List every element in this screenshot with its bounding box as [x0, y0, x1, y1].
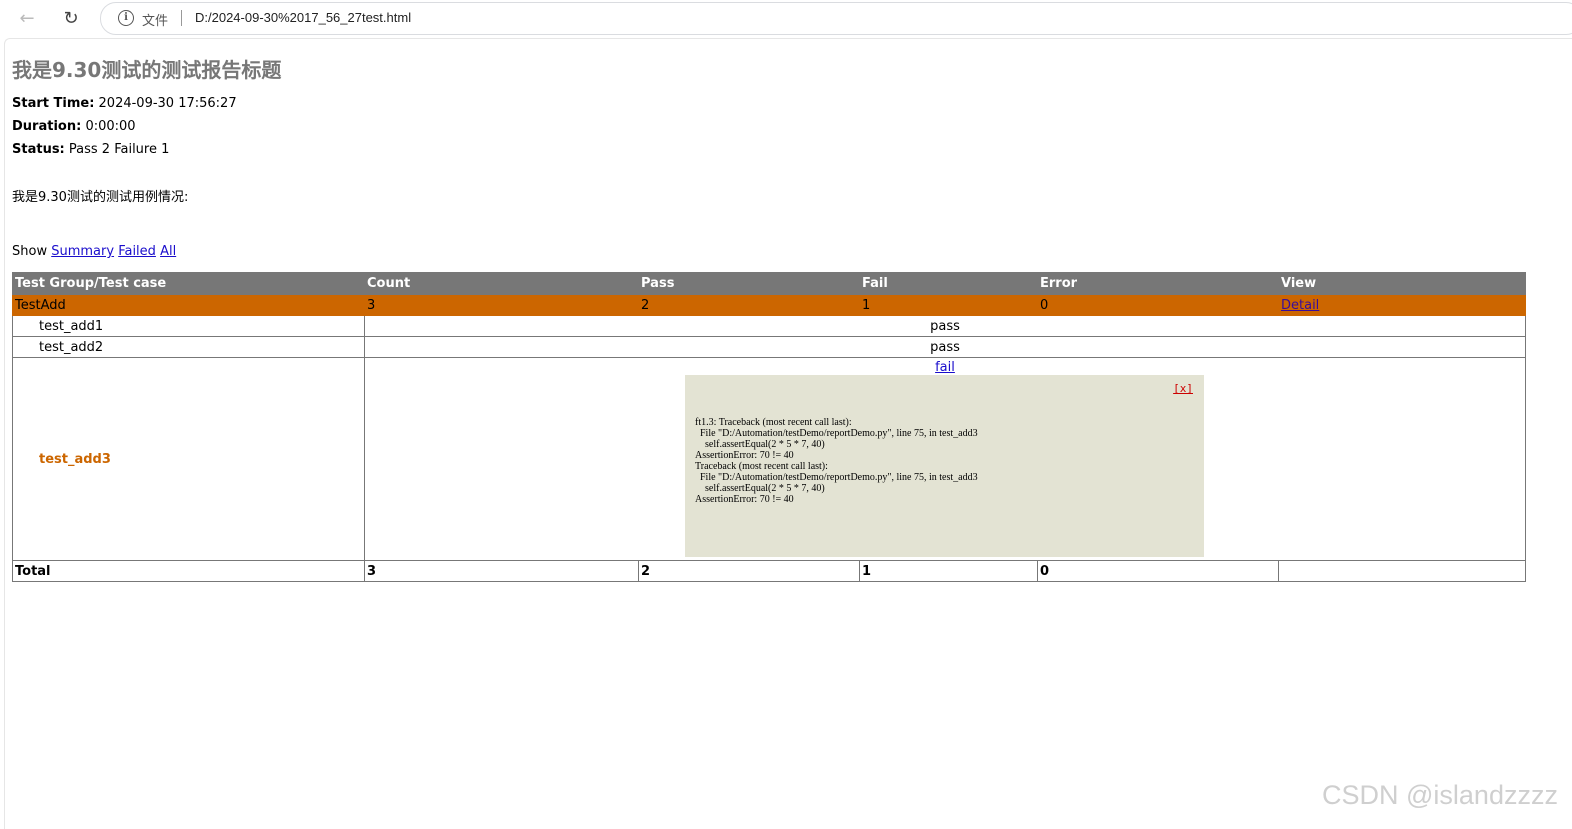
start-time-label: Start Time:: [12, 96, 95, 111]
show-label: Show: [12, 244, 48, 259]
group-name: TestAdd: [12, 294, 365, 316]
divider: [181, 10, 182, 26]
case-name: test_add2: [12, 336, 365, 358]
group-fail: 1: [859, 294, 1038, 316]
group-error: 0: [1037, 294, 1279, 316]
duration-label: Duration:: [12, 119, 82, 134]
case-result: pass: [364, 315, 1526, 337]
reload-icon[interactable]: ↻: [58, 5, 84, 31]
report-description: 我是9.30测试的测试用例情况:: [12, 190, 189, 205]
failed-case-name: test_add3: [39, 451, 111, 467]
total-label: Total: [12, 560, 365, 582]
page-title: 我是9.30测试的测试报告标题: [12, 58, 282, 82]
show-filter: Show Summary Failed All: [12, 244, 176, 259]
total-pass: 2: [638, 560, 860, 582]
header-cell: Error: [1037, 272, 1279, 295]
info-icon[interactable]: i: [118, 10, 134, 26]
group-view: Detail: [1278, 294, 1526, 316]
close-popup-button[interactable]: [x]: [1173, 382, 1193, 395]
total-row: Total 3 2 1 0: [12, 560, 1526, 582]
header-cell: Pass: [638, 272, 860, 295]
show-failed-link[interactable]: Failed: [118, 244, 156, 259]
case-name: test_add3: [12, 357, 365, 561]
group-count: 3: [364, 294, 639, 316]
scheme-label: 文件: [142, 14, 169, 29]
group-pass: 2: [638, 294, 860, 316]
duration-line: Duration: 0:00:00: [12, 119, 136, 134]
duration-value: 0:00:00: [85, 119, 136, 134]
total-count: 3: [364, 560, 639, 582]
watermark: CSDN @islandzzzz: [1322, 780, 1558, 810]
test-group-row: TestAdd 3 2 1 0 Detail: [12, 294, 1526, 316]
total-fail: 1: [859, 560, 1038, 582]
status-value: Pass 2 Failure 1: [68, 142, 170, 157]
table-row: test_add2 pass: [12, 336, 1526, 358]
table-header: Test Group/Test case Count Pass Fail Err…: [12, 272, 1526, 295]
case-result: fail [x] ft1.3: Traceback (most recent c…: [364, 357, 1526, 561]
table-row-failed: test_add3 fail [x] ft1.3: Traceback (mos…: [12, 357, 1526, 561]
show-all-link[interactable]: All: [160, 244, 176, 259]
total-error: 0: [1037, 560, 1279, 582]
case-result: pass: [364, 336, 1526, 358]
show-summary-link[interactable]: Summary: [51, 244, 114, 259]
browser-toolbar: ← ↻ i 文件 D:/2024-09-30%2017_56_27test.ht…: [0, 0, 1572, 36]
url-text[interactable]: D:/2024-09-30%2017_56_27test.html: [195, 10, 411, 25]
traceback-text: ft1.3: Traceback (most recent call last)…: [695, 417, 978, 505]
result-table: Test Group/Test case Count Pass Fail Err…: [12, 272, 1526, 582]
start-time-line: Start Time: 2024-09-30 17:56:27: [12, 96, 237, 111]
fail-link[interactable]: fail: [935, 360, 955, 375]
header-cell: Test Group/Test case: [12, 272, 365, 295]
header-cell: Fail: [859, 272, 1038, 295]
case-name: test_add1: [12, 315, 365, 337]
start-time-value: 2024-09-30 17:56:27: [98, 96, 237, 111]
traceback-popup: [x] ft1.3: Traceback (most recent call l…: [685, 375, 1204, 557]
status-line: Status: Pass 2 Failure 1: [12, 142, 169, 157]
detail-link[interactable]: Detail: [1281, 298, 1319, 313]
arrow-left-icon[interactable]: ←: [14, 5, 40, 31]
header-cell: Count: [364, 272, 639, 295]
total-view: [1278, 560, 1526, 582]
header-cell: View: [1278, 272, 1526, 295]
table-row: test_add1 pass: [12, 315, 1526, 337]
address-bar[interactable]: i 文件 D:/2024-09-30%2017_56_27test.html: [100, 2, 1572, 35]
status-label: Status:: [12, 142, 65, 157]
